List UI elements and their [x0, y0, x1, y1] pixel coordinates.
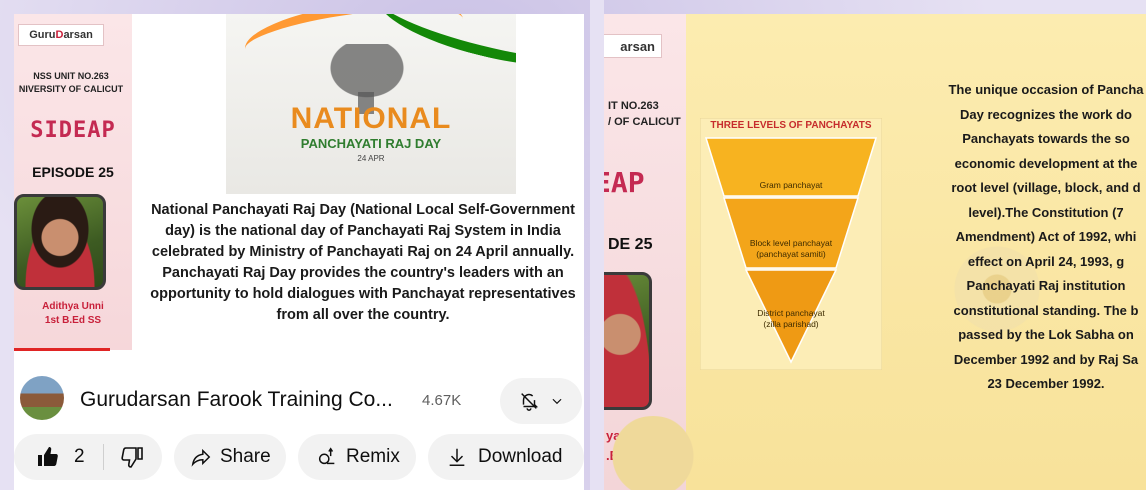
slide-body-text: The unique occasion of Pancha Day recogn… — [928, 78, 1146, 397]
panel-gap — [590, 0, 604, 490]
thumbs-up-icon[interactable] — [36, 445, 60, 469]
slide-line: level).The Constitution (7 — [968, 204, 1124, 220]
remix-button[interactable]: Remix — [298, 434, 416, 480]
brand-accent: D — [55, 29, 64, 41]
channel-row: Gurudarsan Farook Training Co... 4.67K — [14, 366, 584, 424]
download-icon — [449, 448, 465, 466]
episode-label: EPISODE 25 — [32, 164, 114, 180]
brand-logo-cropped: arsan — [604, 34, 662, 58]
slide-line: Amendment) Act of 1992, whi — [955, 229, 1137, 244]
slide-line: Day recognizes the work do — [960, 106, 1132, 122]
remix-label: Remix — [346, 446, 400, 467]
flower-decoration-left — [608, 416, 698, 490]
presenter-class: 1st B.Ed SS — [44, 315, 102, 326]
unit-line-1: NSS UNIT NO.263 — [33, 71, 109, 81]
progress-bar[interactable] — [14, 348, 110, 351]
slide-line: December 1992 and by Raj Sa — [953, 351, 1139, 367]
subscriber-count: 4.67K — [422, 392, 462, 409]
slide-line: constitutional standing. The b — [953, 302, 1139, 318]
slide-line: economic development at the — [954, 155, 1138, 171]
video-watch-panel: Guru Darsan NSS UNIT NO.263 NIVERSITY OF … — [14, 14, 584, 490]
brand-logo: Guru Darsan — [18, 24, 104, 46]
panchayat-levels-diagram: THREE LEVELS OF PANCHAYATS Gram panchaya… — [700, 118, 882, 370]
like-dislike-group: 2 — [14, 434, 162, 480]
action-row: 2 Share Remix Download — [14, 432, 584, 480]
slide-line: passed by the Lok Sabha on — [958, 327, 1134, 342]
share-icon — [191, 448, 211, 467]
channel-name[interactable]: Gurudarsan Farook Training Co... — [80, 388, 393, 412]
slide-line: The unique occasion of Pancha — [948, 82, 1144, 97]
unit-text-cropped: IT NO.263 / OF CALICUT — [608, 98, 688, 130]
unit-line-2: / OF CALICUT — [608, 116, 681, 128]
slide-line: Panchayats towards the so — [962, 131, 1130, 146]
episode-label-cropped: DE 25 — [608, 236, 653, 253]
unit-text: NSS UNIT NO.263 NIVERSITY OF CALICUT — [14, 70, 134, 96]
share-label: Share — [220, 446, 271, 467]
channel-avatar[interactable] — [20, 376, 64, 420]
level-district-panchayat: District panchayat (zilla parishad) — [700, 308, 882, 330]
unit-line-1: IT NO.263 — [608, 100, 659, 112]
video-description-text: National Panchayati Raj Day (National Lo… — [150, 202, 576, 323]
level-block-line-1: Block level panchayat — [749, 238, 833, 248]
chevron-down-icon — [552, 398, 562, 405]
poster-title: NATIONAL — [290, 102, 452, 135]
slide-line: effect on April 24, 1993, g — [967, 253, 1125, 269]
slide-line: Panchayati Raj institution — [966, 278, 1126, 293]
poster-subtitle: PANCHAYATI RAJ DAY — [300, 136, 442, 151]
brand-prefix: Guru — [29, 29, 56, 41]
presenter-caption: Adithya Unni 1st B.Ed SS — [14, 300, 132, 328]
poster-date: 24 APR — [357, 154, 385, 163]
second-video-frame: arsan IT NO.263 / OF CALICUT EAP DE 25 y… — [604, 14, 1146, 490]
like-count[interactable]: 2 — [74, 446, 85, 468]
subscribed-notifications-button[interactable] — [500, 378, 582, 424]
level-block-line-2: (panchayat samiti) — [756, 249, 826, 259]
panchayati-raj-poster: NATIONAL PANCHAYATI RAJ DAY 24 APR — [226, 14, 516, 194]
episode-side-card: Guru Darsan NSS UNIT NO.263 NIVERSITY OF … — [14, 14, 132, 350]
level-gram-panchayat: Gram panchayat — [759, 180, 823, 190]
diagram-title: THREE LEVELS OF PANCHAYATS — [710, 120, 872, 131]
presenter-photo-cropped — [604, 272, 652, 410]
series-title-cropped: EAP — [604, 166, 645, 199]
level-block-panchayat: Block level panchayat (panchayat samiti) — [700, 238, 882, 260]
unit-line-2: NIVERSITY OF CALICUT — [18, 84, 124, 94]
level-district-line-1: District panchayat — [757, 308, 825, 318]
like-divider — [102, 444, 104, 470]
video-player[interactable]: Guru Darsan NSS UNIT NO.263 NIVERSITY OF … — [14, 14, 584, 351]
slide-line: root level (village, block, and d — [951, 180, 1141, 195]
share-button[interactable]: Share — [174, 434, 286, 480]
download-label: Download — [478, 446, 563, 467]
series-title: SIDEAP — [30, 118, 116, 143]
presenter-photo — [14, 194, 106, 290]
presenter-name: Adithya Unni — [42, 301, 104, 312]
slide-line: 23 December 1992. — [987, 376, 1105, 391]
download-button[interactable]: Download — [428, 434, 584, 480]
brand-suffix: arsan — [63, 29, 93, 41]
bell-off-icon — [521, 393, 539, 411]
level-district-line-2: (zilla parishad) — [763, 319, 819, 329]
thumbs-down-icon[interactable] — [120, 445, 144, 469]
remix-icon — [318, 447, 335, 465]
